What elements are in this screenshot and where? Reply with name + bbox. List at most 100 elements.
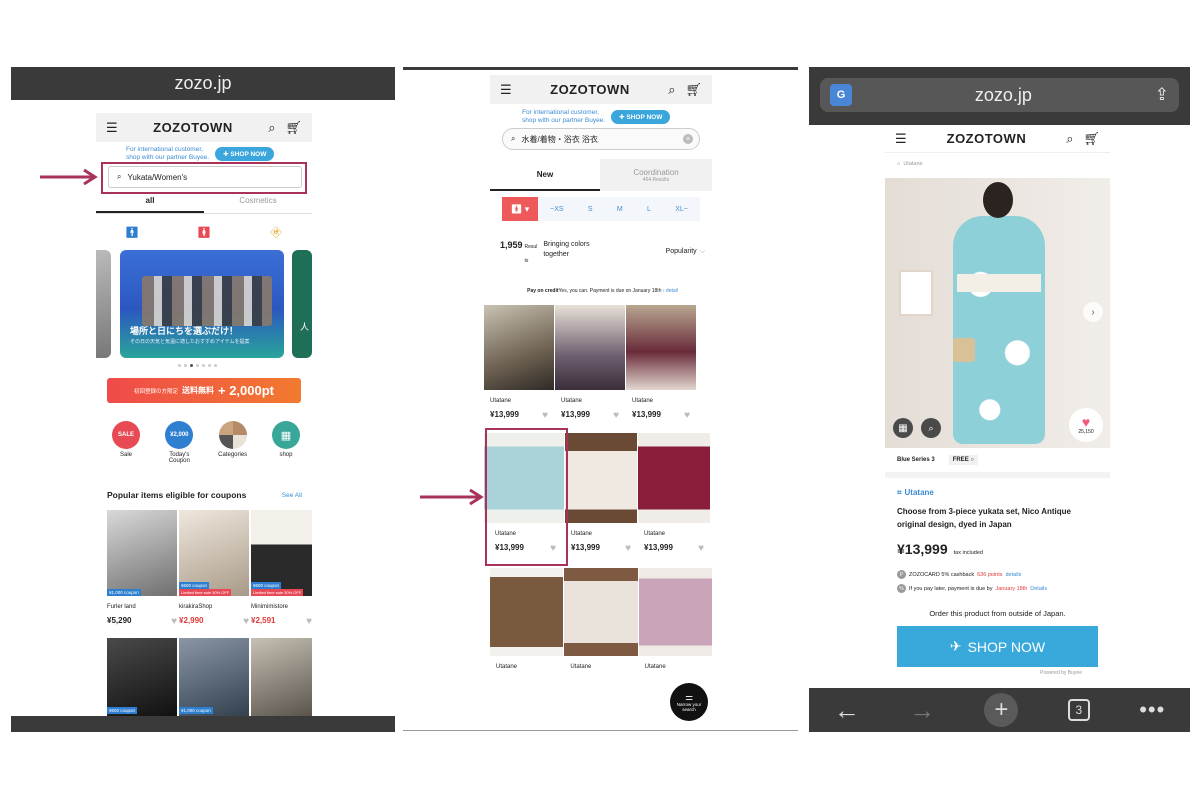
heart-icon[interactable]: ♥ (698, 543, 704, 554)
shop-now-label: SHOP NOW (967, 638, 1046, 655)
heart-icon[interactable]: ♥ (306, 616, 312, 627)
size-s[interactable]: S (588, 206, 593, 213)
product-image[interactable]: ¥600 coupon (107, 638, 177, 716)
tab-cosmetics[interactable]: Cosmetics (204, 196, 312, 213)
shop-now-button[interactable]: ✈ SHOP NOW (897, 626, 1098, 667)
product-card[interactable]: ¥1,000 coupon Furler land ¥5,290 ♥ (107, 510, 177, 627)
cart-icon[interactable]: 🛒︎ (685, 82, 702, 98)
tab-coordination-label: Coordination (633, 167, 679, 177)
pay-detail-link[interactable]: › detail (663, 288, 678, 294)
product-image[interactable] (565, 433, 637, 523)
forward-arrow-icon[interactable]: → (909, 695, 935, 726)
wall-art (899, 270, 933, 316)
right-shop-tag[interactable]: ⌂ Utatane (897, 161, 923, 167)
size-l[interactable]: L (647, 206, 651, 213)
product-image[interactable] (251, 638, 312, 716)
tab-new[interactable]: New (490, 159, 600, 191)
pay-bold: Pay on credit (527, 288, 559, 294)
clear-icon[interactable]: × (683, 134, 693, 144)
narrow-search-button[interactable]: ⚌ Narrow your search (670, 683, 708, 721)
tab-coordination[interactable]: Coordination 464 Results (600, 159, 712, 191)
right-logo[interactable]: ZOZOTOWN (947, 131, 1027, 146)
product-info[interactable]: Utatane ¥13,999 ♥ (565, 531, 637, 554)
zozocard-points: 636 points (977, 571, 1003, 578)
product-brand-link[interactable]: ⌗ Utatane (897, 488, 934, 498)
category-sale[interactable]: SALE Sale (106, 421, 146, 464)
menu-icon[interactable]: ☰ (895, 131, 907, 147)
product-card[interactable]: ¥600 coupon Limited time sale 30% OFF ki… (179, 510, 249, 627)
women-icon[interactable]: 🚺︎ (197, 226, 211, 239)
heart-icon[interactable]: ♥ (171, 616, 177, 627)
cart-icon[interactable]: 🛒︎ (285, 120, 302, 136)
product-image[interactable] (638, 433, 710, 523)
see-all-link[interactable]: See All (282, 492, 302, 499)
search-icon[interactable]: ⌕ (1066, 131, 1073, 147)
like-button[interactable]: ♥ 25,150 (1069, 408, 1103, 442)
heart-icon[interactable]: ♥ (625, 543, 631, 554)
sort-dropdown[interactable]: Popularity ⌵ (666, 248, 705, 256)
men-icon[interactable]: 🚹︎ (125, 226, 139, 239)
share-icon[interactable]: ⇪ (1155, 85, 1169, 105)
back-arrow-icon[interactable]: ← (834, 695, 860, 726)
heart-icon[interactable]: ♥ (613, 410, 619, 421)
size-xl[interactable]: XL~ (675, 206, 688, 213)
tab-count-button[interactable]: 3 (1067, 699, 1090, 721)
search-icon[interactable]: ⌕ (268, 120, 275, 136)
product-card[interactable]: ¥600 coupon Limited time sale 30% OFF Mi… (251, 510, 312, 627)
color-series[interactable]: Blue Series 3 (897, 457, 935, 463)
product-main-image[interactable]: › ▦ ⌕ ♥ 25,150 (885, 178, 1110, 448)
left-shop-now-button[interactable]: ✚ SHOP NOW (215, 147, 275, 161)
product-image[interactable] (564, 568, 638, 656)
right-url-bar[interactable]: G zozo.jp ⇪ (820, 78, 1179, 112)
new-tab-button[interactable]: + (984, 693, 1019, 727)
promo-banner[interactable]: 初回登録の方限定 送料無料 + 2,000pt (107, 378, 301, 403)
heart-icon[interactable]: ♥ (243, 616, 249, 627)
kids-icon[interactable]: 🚸︎ (269, 226, 283, 239)
left-url-bar[interactable]: zozo.jp (11, 67, 395, 100)
heart-icon[interactable]: ♥ (684, 410, 690, 421)
size-xs[interactable]: ~XS (550, 206, 563, 213)
product-image[interactable] (626, 305, 696, 390)
product-brand: Utatane (644, 664, 666, 670)
bringing-colors-toggle[interactable]: Bringing colors together (543, 240, 601, 260)
search-icon[interactable]: ⌕ (668, 82, 675, 98)
shop-label: shop (279, 452, 293, 458)
sliders-icon: ⚌ (684, 691, 694, 702)
grid-view-icon[interactable]: ▦ (893, 418, 913, 438)
more-menu-icon[interactable]: ••• (1139, 697, 1165, 723)
product-image[interactable] (638, 568, 712, 656)
product-info[interactable]: Utatane ¥13,999 ♥ (484, 398, 554, 421)
product-brand: Minimimistore (251, 604, 289, 610)
gender-filter-button[interactable]: 🚺︎ ▾ (502, 197, 538, 221)
menu-icon[interactable]: ☰ (500, 82, 512, 98)
middle-logo[interactable]: ZOZOTOWN (550, 82, 630, 97)
product-image[interactable] (484, 305, 554, 390)
menu-icon[interactable]: ☰ (106, 120, 118, 136)
main-banner[interactable]: 場所と日にちを選ぶだけ！ その日の天気と気温に適したおすすめアイテムを提案 (120, 250, 284, 358)
tab-all[interactable]: all (96, 196, 204, 213)
category-shop[interactable]: ▦ shop (266, 421, 306, 464)
left-logo[interactable]: ZOZOTOWN (153, 120, 233, 135)
visual-search-icon[interactable]: ⌕ (921, 418, 941, 438)
product-image[interactable]: ¥1,000 coupon (179, 638, 249, 716)
product-info[interactable]: Utatane ¥13,999 ♥ (638, 531, 710, 554)
middle-shop-now-button[interactable]: ✚ SHOP NOW (611, 110, 671, 124)
product-info[interactable]: Utatane ¥13,999 ♥ (555, 398, 625, 421)
left-banner-carousel[interactable]: 場所と日にちを選ぶだけ！ その日の天気と気温に適したおすすめアイテムを提案 人 (96, 250, 312, 358)
left-tabs: all Cosmetics (96, 196, 312, 214)
middle-search-input[interactable]: ⌕ 水着/着物・浴衣 浴衣 × (502, 128, 700, 150)
size-m[interactable]: M (617, 206, 623, 213)
heart-icon[interactable]: ♥ (542, 410, 548, 421)
order-outside-text: Order this product from outside of Japan… (929, 609, 1066, 618)
zozocard-details-link[interactable]: details (1006, 572, 1022, 578)
next-image-arrow[interactable]: › (1083, 302, 1103, 322)
size-chip[interactable]: FREE ○ (948, 455, 978, 465)
product-image[interactable] (555, 305, 625, 390)
translate-icon[interactable]: G (830, 84, 852, 106)
category-categories[interactable]: Categories (213, 421, 253, 464)
pay-later-details-link[interactable]: Details (1030, 586, 1047, 592)
cart-icon[interactable]: 🛒︎ (1083, 131, 1100, 147)
product-info[interactable]: Utatane ¥13,999 ♥ (626, 398, 696, 421)
category-coupon[interactable]: ¥2,000 Today's Coupon (159, 421, 199, 464)
product-image[interactable] (490, 568, 564, 656)
